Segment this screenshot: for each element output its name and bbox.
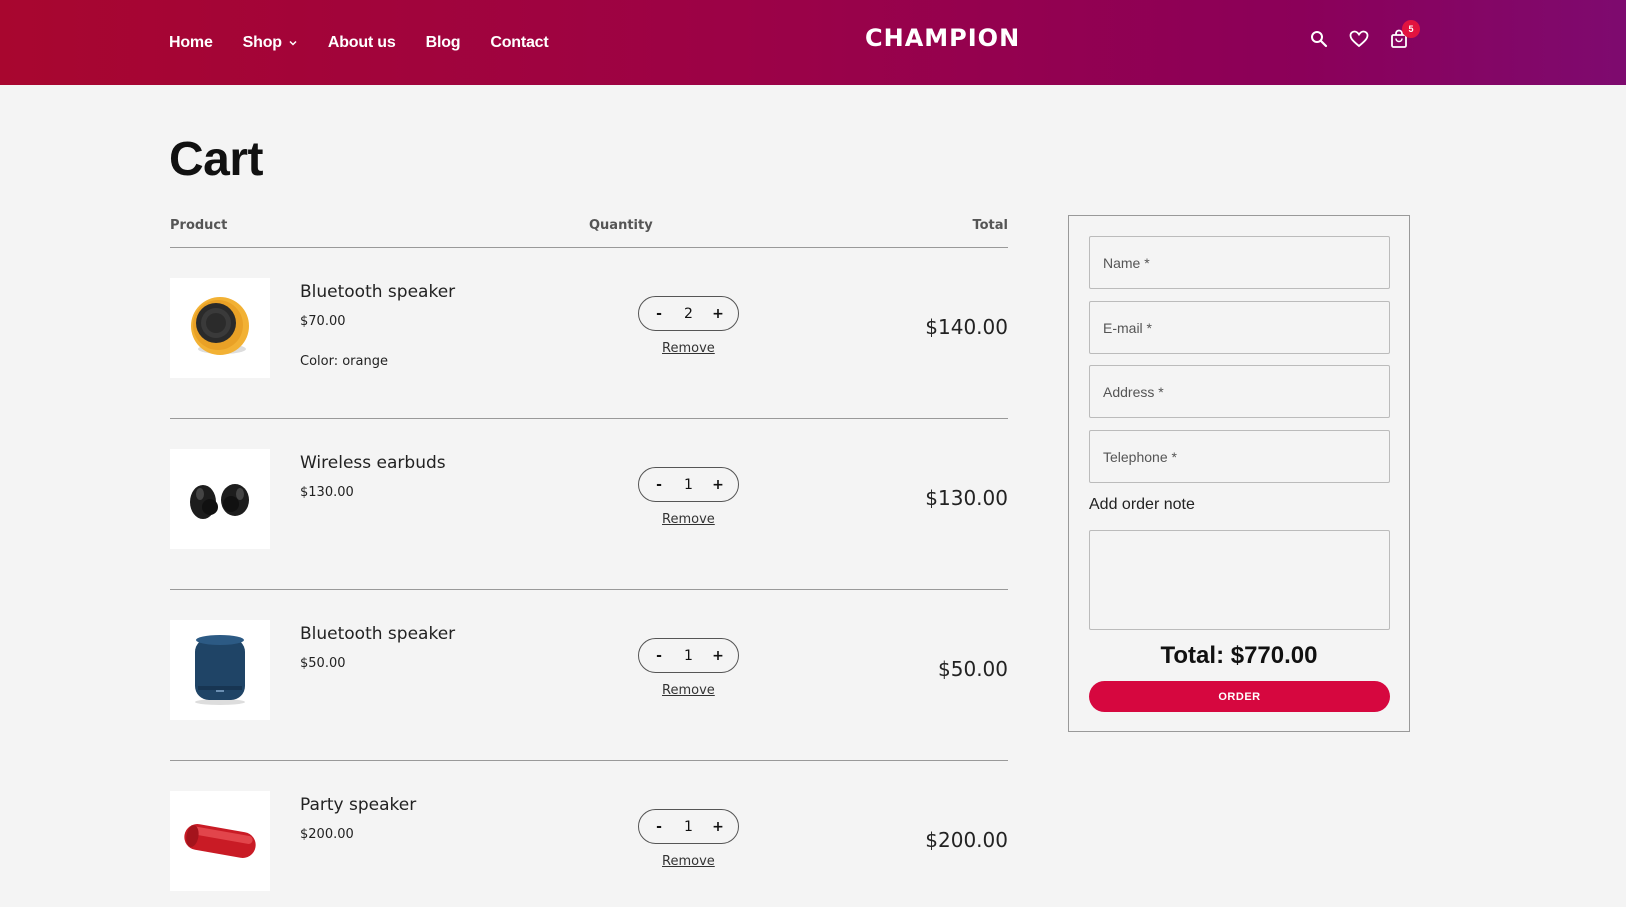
decrease-button[interactable]: - [652, 819, 666, 835]
line-total: $200.00 [925, 828, 1008, 852]
quantity-stepper: - 2 + [638, 296, 739, 331]
nav-shop[interactable]: Shop [243, 34, 298, 52]
order-note-textarea[interactable] [1089, 530, 1390, 630]
product-name[interactable]: Bluetooth speaker [300, 282, 455, 302]
chevron-down-icon [288, 38, 298, 48]
cart-row: Wireless earbuds $130.00 - 1 + Remove $1… [170, 419, 1008, 590]
order-note-label: Add order note [1089, 496, 1195, 513]
product-image-orange-speaker[interactable] [170, 278, 270, 378]
increase-button[interactable]: + [711, 819, 725, 835]
header-total: Total [972, 218, 1008, 233]
decrease-button[interactable]: - [652, 648, 666, 664]
nav-blog-label: Blog [425, 33, 461, 51]
cart-table: Product Quantity Total Bluetooth speaker… [170, 210, 1008, 907]
quantity-value[interactable]: 1 [684, 819, 693, 835]
header-product: Product [170, 218, 228, 233]
product-price: $70.00 [300, 314, 346, 329]
product-price: $50.00 [300, 656, 346, 671]
product-name[interactable]: Party speaker [300, 795, 416, 815]
product-price: $130.00 [300, 485, 354, 500]
quantity-value[interactable]: 1 [684, 477, 693, 493]
logo[interactable]: CHAMPION [865, 24, 1020, 52]
remove-link[interactable]: Remove [662, 341, 715, 356]
product-name[interactable]: Bluetooth speaker [300, 624, 455, 644]
nav-about-label: About us [327, 33, 396, 51]
grand-total: Total: $770.00 [1160, 642, 1318, 669]
product-price: $200.00 [300, 827, 354, 842]
main-nav: Home Shop About us Blog Contact [169, 0, 579, 85]
telephone-field[interactable] [1089, 430, 1390, 483]
site-header: Home Shop About us Blog Contact CHAMPION… [0, 0, 1626, 85]
product-color: Color: orange [300, 354, 388, 369]
increase-button[interactable]: + [711, 306, 725, 322]
heart-icon[interactable] [1348, 28, 1370, 50]
quantity-stepper: - 1 + [638, 467, 739, 502]
quantity-stepper: - 1 + [638, 638, 739, 673]
increase-button[interactable]: + [711, 477, 725, 493]
decrease-button[interactable]: - [652, 306, 666, 322]
nav-home[interactable]: Home [169, 34, 213, 52]
name-field[interactable] [1089, 236, 1390, 289]
cart-row: Bluetooth speaker $50.00 - 1 + Remove $5… [170, 590, 1008, 761]
cart-row: Bluetooth speaker $70.00 Color: orange -… [170, 248, 1008, 419]
nav-about[interactable]: About us [328, 34, 396, 52]
increase-button[interactable]: + [711, 648, 725, 664]
quantity-value[interactable]: 1 [684, 648, 693, 664]
bag-icon[interactable]: 5 [1388, 20, 1420, 50]
line-total: $130.00 [925, 486, 1008, 510]
nav-shop-label: Shop [242, 33, 282, 51]
remove-link[interactable]: Remove [662, 854, 715, 869]
line-total: $50.00 [938, 657, 1008, 681]
product-image-red-speaker[interactable] [170, 791, 270, 891]
nav-contact-label: Contact [490, 33, 549, 51]
product-image-blue-speaker[interactable] [170, 620, 270, 720]
nav-home-label: Home [169, 33, 213, 51]
product-name[interactable]: Wireless earbuds [300, 453, 446, 473]
order-button[interactable]: ORDER [1089, 681, 1390, 712]
quantity-value[interactable]: 2 [684, 306, 693, 322]
address-field[interactable] [1089, 365, 1390, 418]
order-form: Add order note Total: $770.00 ORDER [1068, 215, 1410, 732]
header-quantity: Quantity [589, 218, 653, 233]
nav-contact[interactable]: Contact [490, 34, 548, 52]
search-icon[interactable] [1308, 28, 1330, 50]
header-actions: 5 [1308, 20, 1428, 50]
nav-blog[interactable]: Blog [426, 34, 461, 52]
product-image-earbuds[interactable] [170, 449, 270, 549]
cart-row: Party speaker $200.00 - 1 + Remove $200.… [170, 761, 1008, 907]
cart-table-header: Product Quantity Total [170, 210, 1008, 248]
remove-link[interactable]: Remove [662, 512, 715, 527]
cart-count-badge: 5 [1402, 20, 1420, 38]
remove-link[interactable]: Remove [662, 683, 715, 698]
page-title: Cart [169, 133, 264, 186]
decrease-button[interactable]: - [652, 477, 666, 493]
quantity-stepper: - 1 + [638, 809, 739, 844]
email-field[interactable] [1089, 301, 1390, 354]
line-total: $140.00 [925, 315, 1008, 339]
